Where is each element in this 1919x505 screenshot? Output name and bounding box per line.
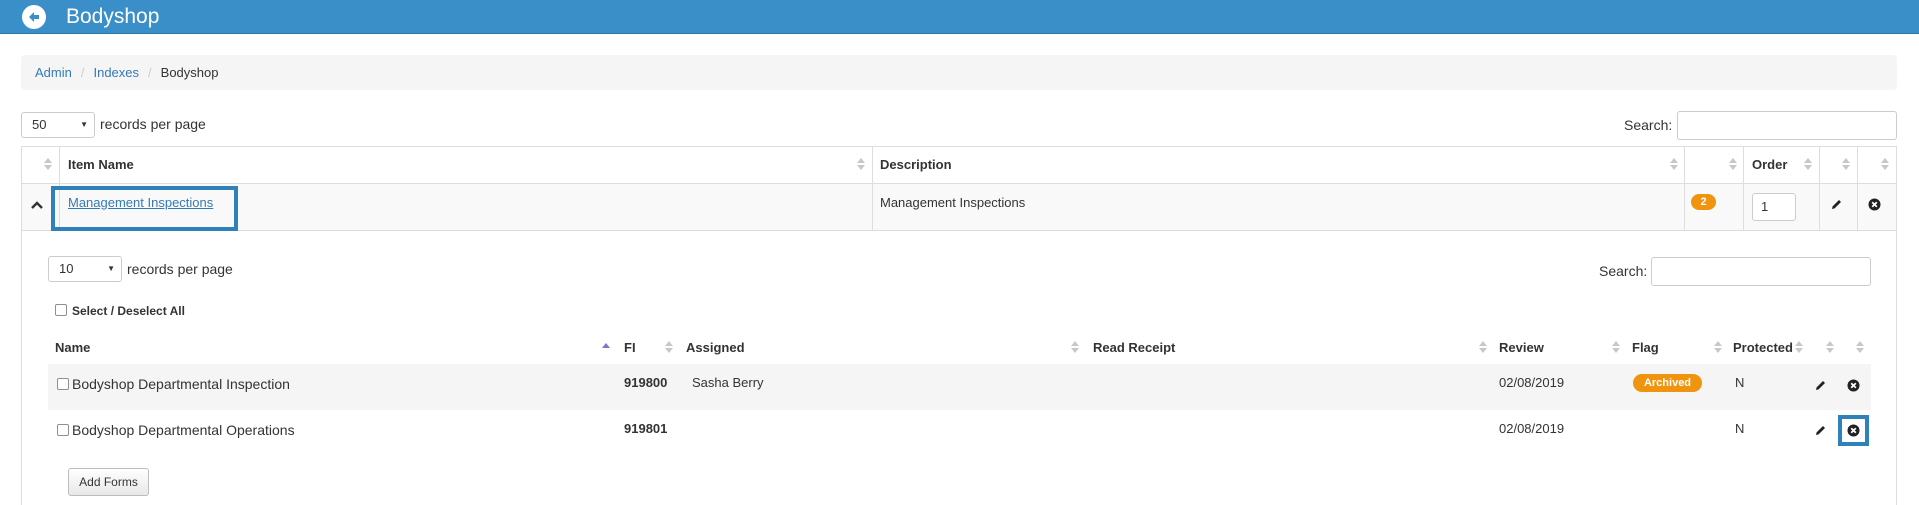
column-header-order[interactable]: Order <box>1752 157 1787 172</box>
sort-arrows-icon[interactable] <box>44 157 52 171</box>
item-description: Management Inspections <box>880 195 1026 210</box>
inner-search-label: Search: <box>1599 263 1648 279</box>
order-input[interactable]: 1 <box>1752 193 1796 221</box>
pencil-icon[interactable] <box>1812 377 1828 393</box>
archived-flag-badge: Archived <box>1633 374 1702 392</box>
sort-arrows-icon[interactable] <box>602 339 610 353</box>
form-review-date: 02/08/2019 <box>1499 375 1565 390</box>
remove-circle-icon[interactable] <box>1866 196 1882 212</box>
order-value: 1 <box>1761 199 1769 214</box>
inner-search-input[interactable] <box>1651 257 1871 286</box>
column-header-read-receipt[interactable]: Read Receipt <box>1093 340 1175 355</box>
sort-arrows-icon[interactable] <box>1479 340 1487 354</box>
form-assigned: Sasha Berry <box>692 375 764 390</box>
back-arrow-icon <box>29 12 39 22</box>
sort-arrows-icon[interactable] <box>1842 157 1850 171</box>
inner-records-label: records per page <box>127 261 233 277</box>
form-name: Bodyshop Departmental Operations <box>72 422 295 438</box>
breadcrumb: Admin / Indexes / Bodyshop <box>21 55 1897 90</box>
column-header-protected[interactable]: Protected <box>1733 340 1793 355</box>
row-checkbox[interactable] <box>57 424 69 436</box>
select-all-label[interactable]: Select / Deselect All <box>72 304 185 318</box>
sort-arrows-icon[interactable] <box>1071 340 1079 354</box>
page-title: Bodyshop <box>66 5 160 28</box>
remove-circle-icon[interactable] <box>1845 422 1861 438</box>
column-divider <box>1857 146 1858 230</box>
form-review-date: 02/08/2019 <box>1499 421 1565 436</box>
column-divider <box>1684 146 1685 230</box>
form-protected: N <box>1735 375 1745 390</box>
outer-records-label: records per page <box>100 116 206 132</box>
item-name-link[interactable]: Management Inspections <box>68 195 213 210</box>
sort-arrows-icon[interactable] <box>1795 340 1803 354</box>
row-checkbox[interactable] <box>57 378 69 390</box>
breadcrumb-current: Bodyshop <box>160 65 219 80</box>
sort-arrows-icon[interactable] <box>857 157 865 171</box>
header-bar: Bodyshop <box>0 0 1919 34</box>
form-fi: 919800 <box>624 375 668 390</box>
sort-arrows-icon[interactable] <box>1612 340 1620 354</box>
table-border <box>21 230 1897 231</box>
count-badge: 2 <box>1691 194 1716 210</box>
outer-page-size-select[interactable]: 50 ▼ <box>21 112 95 138</box>
outer-search-label: Search: <box>1624 117 1673 133</box>
inner-page-size-select[interactable]: 10 ▼ <box>48 256 122 282</box>
column-header-review[interactable]: Review <box>1499 340 1544 355</box>
column-header-flag[interactable]: Flag <box>1632 340 1659 355</box>
pencil-icon[interactable] <box>1812 422 1828 438</box>
sort-arrows-icon[interactable] <box>1856 340 1864 354</box>
sort-arrows-icon[interactable] <box>1804 157 1812 171</box>
sort-arrows-icon[interactable] <box>1670 157 1678 171</box>
column-divider <box>872 146 873 230</box>
form-name: Bodyshop Departmental Inspection <box>72 376 290 392</box>
breadcrumb-indexes[interactable]: Indexes <box>93 65 139 80</box>
form-fi: 919801 <box>624 421 668 436</box>
inner-page-size-value: 10 <box>59 261 74 276</box>
column-header-fi[interactable]: FI <box>624 340 636 355</box>
add-forms-button[interactable]: Add Forms <box>68 468 149 496</box>
column-header-assigned[interactable]: Assigned <box>686 340 745 355</box>
breadcrumb-admin[interactable]: Admin <box>35 65 72 80</box>
table-border <box>21 146 1897 147</box>
column-header-item-name[interactable]: Item Name <box>68 157 134 172</box>
collapse-chevron-icon[interactable] <box>29 197 45 213</box>
column-header-description[interactable]: Description <box>880 157 952 172</box>
sort-arrows-icon[interactable] <box>1729 157 1737 171</box>
dropdown-caret-icon: ▼ <box>107 264 115 273</box>
dropdown-caret-icon: ▼ <box>80 120 88 129</box>
sort-arrows-icon[interactable] <box>1714 340 1722 354</box>
column-header-name[interactable]: Name <box>55 340 90 355</box>
sort-arrows-icon[interactable] <box>1826 340 1834 354</box>
table-row <box>48 364 1871 410</box>
remove-circle-icon[interactable] <box>1845 377 1861 393</box>
select-all-checkbox[interactable] <box>55 304 67 316</box>
sort-arrows-icon[interactable] <box>665 340 673 354</box>
form-protected: N <box>1735 421 1745 436</box>
breadcrumb-separator: / <box>148 65 152 80</box>
back-button[interactable] <box>22 5 46 29</box>
breadcrumb-separator: / <box>80 65 85 80</box>
outer-page-size-value: 50 <box>32 117 47 132</box>
column-divider <box>1743 146 1744 230</box>
column-divider <box>1819 146 1820 230</box>
sort-arrows-icon[interactable] <box>1881 157 1889 171</box>
pencil-icon[interactable] <box>1828 196 1844 212</box>
outer-search-input[interactable] <box>1677 111 1897 140</box>
